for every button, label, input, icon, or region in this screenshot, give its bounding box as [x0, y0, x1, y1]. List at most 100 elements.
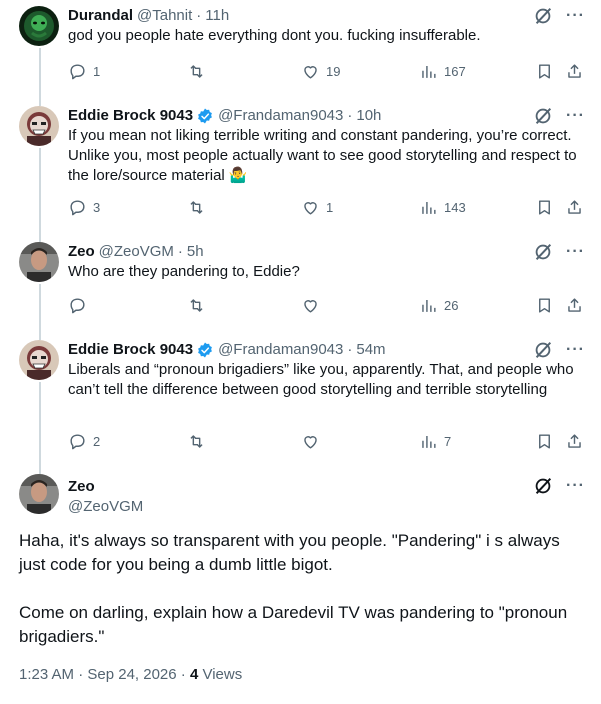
separator-dot: · [196, 7, 202, 24]
view-count: 7 [444, 434, 452, 449]
like-icon [304, 66, 317, 79]
tweet-text: god you people hate everything dont you.… [68, 27, 481, 44]
more-dots-icon[interactable]: ··· [566, 106, 585, 126]
author-handle[interactable]: @Tahnit [137, 6, 192, 26]
reply-count: 2 [93, 434, 101, 449]
grok-icon[interactable] [532, 475, 554, 497]
like-button[interactable]: 1 [301, 198, 333, 217]
grok-icon[interactable] [532, 339, 554, 361]
views-button[interactable]: 143 [419, 198, 466, 217]
retweet-button[interactable] [187, 432, 212, 451]
avatar[interactable] [19, 6, 59, 46]
reply-tweet[interactable]: Eddie Brock 9043 @Frandaman9043 · 10h ··… [0, 100, 601, 232]
post-metadata: 1:23 AM · Sep 24, 2026 · 4 Views [19, 665, 242, 685]
like-button[interactable]: 19 [301, 62, 340, 81]
grok-icon[interactable] [532, 241, 554, 263]
like-count: 19 [326, 64, 341, 79]
more-dots-icon[interactable]: ··· [566, 6, 585, 26]
like-icon [304, 300, 317, 313]
retweet-button[interactable] [187, 62, 212, 81]
separator-dot: · [347, 341, 353, 358]
reply-tweet[interactable]: Durandal @Tahnit · 11h ··· god you peopl… [0, 0, 601, 98]
avatar[interactable] [19, 242, 59, 282]
share-button[interactable] [565, 62, 584, 81]
reply-tweet[interactable]: Zeo @ZeoVGM · 5h ··· Who are they pander… [0, 236, 601, 332]
grok-icon[interactable] [532, 5, 554, 27]
reply-icon [70, 200, 85, 216]
verified-badge-icon [198, 342, 212, 358]
bookmark-button[interactable] [535, 198, 554, 217]
separator-dot: · [177, 243, 183, 260]
like-count: 1 [326, 200, 334, 215]
author-name[interactable]: Eddie Brock 9043 [68, 106, 193, 126]
author-name[interactable]: Zeo [68, 477, 95, 497]
tweet-text: If you mean not liking terrible writing … [68, 127, 577, 184]
retweet-icon [190, 65, 203, 78]
bookmark-button[interactable] [535, 432, 554, 451]
author-name[interactable]: Durandal [68, 6, 133, 26]
more-dots-icon[interactable]: ··· [566, 340, 585, 360]
more-dots-icon[interactable]: ··· [566, 476, 585, 496]
views-icon [422, 65, 436, 78]
tweet-text: Who are they pandering to, Eddie? [68, 263, 300, 280]
retweet-button[interactable] [187, 296, 212, 315]
retweet-button[interactable] [187, 198, 212, 217]
author-handle[interactable]: @ZeoVGM [68, 497, 143, 517]
reply-button[interactable]: 2 [68, 432, 100, 451]
view-count: 26 [444, 298, 459, 313]
views-button[interactable]: 7 [419, 432, 451, 451]
share-icon [568, 298, 581, 312]
retweet-icon [190, 201, 203, 214]
share-icon [568, 64, 581, 78]
avatar[interactable] [19, 106, 59, 146]
reply-button[interactable] [68, 296, 93, 315]
reply-tweet[interactable]: Eddie Brock 9043 @Frandaman9043 · 54m ··… [0, 334, 601, 464]
views-icon [422, 299, 436, 312]
bookmark-icon [539, 64, 550, 79]
author-handle[interactable]: @Frandaman9043 [218, 106, 343, 126]
share-button[interactable] [565, 198, 584, 217]
reply-count: 3 [93, 200, 101, 215]
avatar[interactable] [19, 340, 59, 380]
bookmark-icon [539, 434, 550, 449]
post-time[interactable]: 54m [356, 340, 385, 360]
separator-dot: · [347, 107, 353, 124]
post-time[interactable]: 11h [205, 6, 229, 26]
views-icon [422, 435, 436, 448]
reply-icon [70, 64, 85, 80]
tweet-text: Liberals and “pronoun brigadiers” like y… [68, 361, 574, 398]
reply-button[interactable]: 3 [68, 198, 100, 217]
views-button[interactable]: 167 [419, 62, 466, 81]
grok-icon[interactable] [532, 105, 554, 127]
share-button[interactable] [565, 432, 584, 451]
reply-icon [70, 298, 85, 314]
bookmark-icon [539, 200, 550, 215]
author-name[interactable]: Eddie Brock 9043 [68, 340, 193, 360]
tweet-paragraph: Haha, it's always so transparent with yo… [19, 531, 560, 574]
more-dots-icon[interactable]: ··· [566, 242, 585, 262]
reply-icon [70, 434, 85, 450]
like-button[interactable] [301, 296, 326, 315]
like-icon [304, 202, 317, 215]
author-handle[interactable]: @ZeoVGM [99, 242, 174, 262]
post-time[interactable]: 5h [187, 242, 204, 262]
tweet-paragraph: Come on darling, explain how a Daredevil… [19, 603, 568, 646]
views-label: Views [198, 666, 243, 683]
reply-count: 1 [93, 64, 101, 79]
view-count: 167 [444, 64, 466, 79]
author-handle[interactable]: @Frandaman9043 [218, 340, 343, 360]
retweet-icon [190, 299, 203, 312]
post-timestamp[interactable]: 1:23 AM · Sep 24, 2026 · [19, 666, 190, 683]
share-icon [568, 200, 581, 214]
tweet-text: Haha, it's always so transparent with yo… [19, 529, 584, 673]
bookmark-button[interactable] [535, 62, 554, 81]
share-button[interactable] [565, 296, 584, 315]
post-time[interactable]: 10h [356, 106, 381, 126]
like-icon [304, 436, 317, 449]
like-button[interactable] [301, 432, 326, 451]
views-button[interactable]: 26 [419, 296, 458, 315]
author-name[interactable]: Zeo [68, 242, 95, 262]
reply-button[interactable]: 1 [68, 62, 100, 81]
avatar[interactable] [19, 474, 59, 514]
bookmark-button[interactable] [535, 296, 554, 315]
